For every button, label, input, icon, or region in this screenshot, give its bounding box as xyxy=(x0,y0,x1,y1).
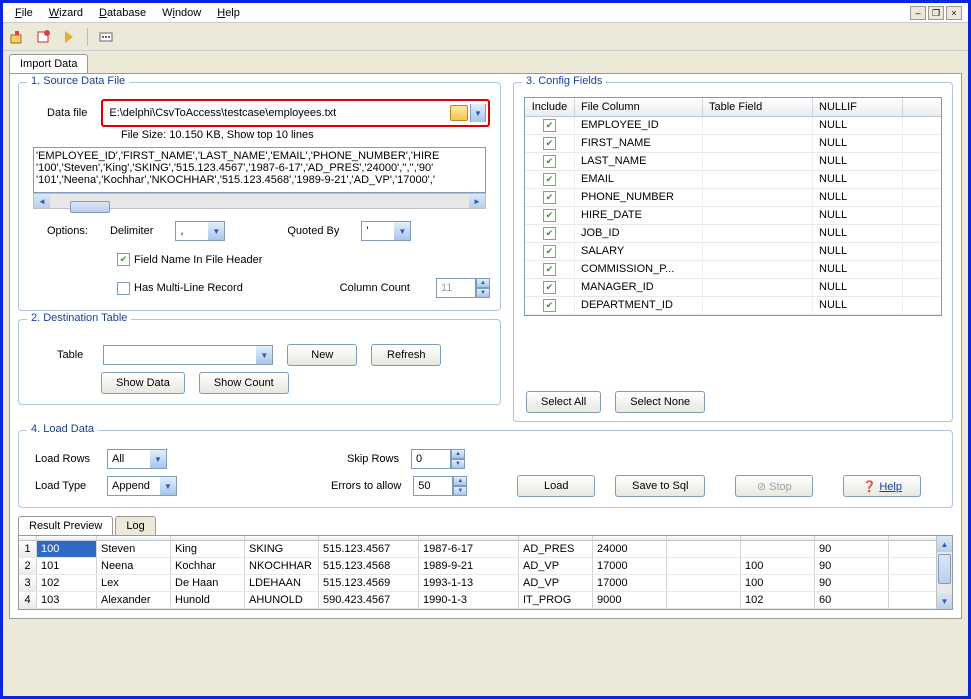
skiprows-spin[interactable]: ▲▼ xyxy=(411,449,465,469)
showcount-button[interactable]: Show Count xyxy=(199,372,289,394)
showdata-button[interactable]: Show Data xyxy=(101,372,185,394)
result-grid[interactable]: 1100StevenKingSKING515.123.45671987-6-17… xyxy=(19,536,936,609)
result-row[interactable]: 3102LexDe HaanLDEHAAN515.123.45691993-1-… xyxy=(19,575,936,592)
menu-window[interactable]: Window xyxy=(154,5,209,21)
config-title: 3. Config Fields xyxy=(522,75,606,87)
group-destination: 2. Destination Table Table ▼ New Refresh… xyxy=(18,319,501,405)
group-source: 1. Source Data File Data file ▼ File Siz… xyxy=(18,82,501,311)
config-row[interactable]: ✔FIRST_NAMENULL xyxy=(525,135,941,153)
quoted-combo[interactable]: '▼ xyxy=(361,221,411,241)
preview-hscroll[interactable]: ◄► xyxy=(33,193,486,209)
config-row[interactable]: ✔EMAILNULL xyxy=(525,171,941,189)
config-row[interactable]: ✔HIRE_DATENULL xyxy=(525,207,941,225)
result-row[interactable]: 4103AlexanderHunoldAHUNOLD590.423.456719… xyxy=(19,592,936,609)
menu-wizard[interactable]: Wizard xyxy=(41,5,91,21)
table-combo[interactable]: ▼ xyxy=(103,345,273,365)
main-panel: 1. Source Data File Data file ▼ File Siz… xyxy=(9,73,962,619)
options-label: Options: xyxy=(47,225,88,237)
config-row[interactable]: ✔MANAGER_IDNULL xyxy=(525,279,941,297)
errors-spin[interactable]: ▲▼ xyxy=(413,476,467,496)
close-icon[interactable]: × xyxy=(946,6,962,20)
wizard-icon[interactable] xyxy=(9,29,25,45)
delimiter-combo[interactable]: ,▼ xyxy=(175,221,225,241)
config-row[interactable]: ✔EMPLOYEE_IDNULL xyxy=(525,117,941,135)
dest-title: 2. Destination Table xyxy=(27,312,131,324)
toolbar xyxy=(3,23,968,51)
result-row[interactable]: 1100StevenKingSKING515.123.45671987-6-17… xyxy=(19,541,936,558)
field-header-checkbox[interactable]: ✔Field Name In File Header xyxy=(117,253,262,266)
config-row[interactable]: ✔JOB_IDNULL xyxy=(525,225,941,243)
export-icon[interactable] xyxy=(35,29,51,45)
skiprows-label: Skip Rows xyxy=(347,453,399,465)
stop-button: ⊘ Stop xyxy=(735,475,813,497)
loadtype-label: Load Type xyxy=(35,480,101,492)
browse-icon[interactable] xyxy=(450,105,468,121)
restore-icon[interactable]: ❐ xyxy=(928,6,944,20)
datafile-highlight: ▼ xyxy=(101,99,490,127)
datafile-dropdown-button[interactable]: ▼ xyxy=(470,104,486,122)
table-label: Table xyxy=(57,349,83,361)
config-row[interactable]: ✔DEPARTMENT_IDNULL xyxy=(525,297,941,315)
result-tabs: Result Preview Log xyxy=(18,516,953,535)
loadrows-label: Load Rows xyxy=(35,453,101,465)
config-row[interactable]: ✔COMMISSION_P...NULL xyxy=(525,261,941,279)
minimize-icon[interactable]: – xyxy=(910,6,926,20)
delimiter-label: Delimiter xyxy=(110,225,153,237)
group-config: 3. Config Fields Include File Column Tab… xyxy=(513,82,953,422)
quoted-label: Quoted By xyxy=(287,225,339,237)
config-row[interactable]: ✔LAST_NAMENULL xyxy=(525,153,941,171)
errors-label: Errors to allow xyxy=(331,480,401,492)
colcount-spin[interactable]: ▲▼ xyxy=(436,278,490,298)
multiline-checkbox[interactable]: Has Multi-Line Record xyxy=(117,282,243,295)
filesize-label: File Size: 10.150 KB, Show top 10 lines xyxy=(121,129,490,141)
save-sql-button[interactable]: Save to Sql xyxy=(615,475,705,497)
menu-help[interactable]: Help xyxy=(209,5,248,21)
settings-icon[interactable] xyxy=(98,29,114,45)
result-vscroll[interactable]: ▲▼ xyxy=(936,536,952,609)
selectall-button[interactable]: Select All xyxy=(526,391,601,413)
menubar: FFileile Wizard Database Window Help – ❐… xyxy=(3,3,968,23)
config-table: Include File Column Table Field NULLIF ✔… xyxy=(524,97,942,316)
tab-result-preview[interactable]: Result Preview xyxy=(18,516,113,535)
result-row[interactable]: 2101NeenaKochharNKOCHHAR515.123.45681989… xyxy=(19,558,936,575)
menu-database[interactable]: Database xyxy=(91,5,154,21)
datafile-input[interactable] xyxy=(105,103,448,123)
config-row[interactable]: ✔PHONE_NUMBERNULL xyxy=(525,189,941,207)
main-tabs: Import Data xyxy=(3,51,968,73)
menu-file[interactable]: FFileile xyxy=(7,5,41,21)
tab-import-data[interactable]: Import Data xyxy=(9,54,88,73)
config-head: Include File Column Table Field NULLIF xyxy=(525,98,941,117)
load-title: 4. Load Data xyxy=(27,423,98,435)
selectnone-button[interactable]: Select None xyxy=(615,391,705,413)
colcount-label: Column Count xyxy=(340,282,410,294)
loadtype-combo[interactable]: Append▼ xyxy=(107,476,177,496)
run-icon[interactable] xyxy=(61,29,77,45)
config-row[interactable]: ✔SALARYNULL xyxy=(525,243,941,261)
new-button[interactable]: New xyxy=(287,344,357,366)
tab-log[interactable]: Log xyxy=(115,516,155,535)
refresh-button[interactable]: Refresh xyxy=(371,344,441,366)
source-title: 1. Source Data File xyxy=(27,75,129,87)
group-load: 4. Load Data Load Rows All▼ Skip Rows ▲▼… xyxy=(18,430,953,508)
help-button[interactable]: ❓ Help xyxy=(843,475,921,497)
preview-text[interactable]: 'EMPLOYEE_ID','FIRST_NAME','LAST_NAME','… xyxy=(33,147,486,193)
loadrows-combo[interactable]: All▼ xyxy=(107,449,167,469)
datafile-label: Data file xyxy=(47,107,87,119)
load-button[interactable]: Load xyxy=(517,475,595,497)
